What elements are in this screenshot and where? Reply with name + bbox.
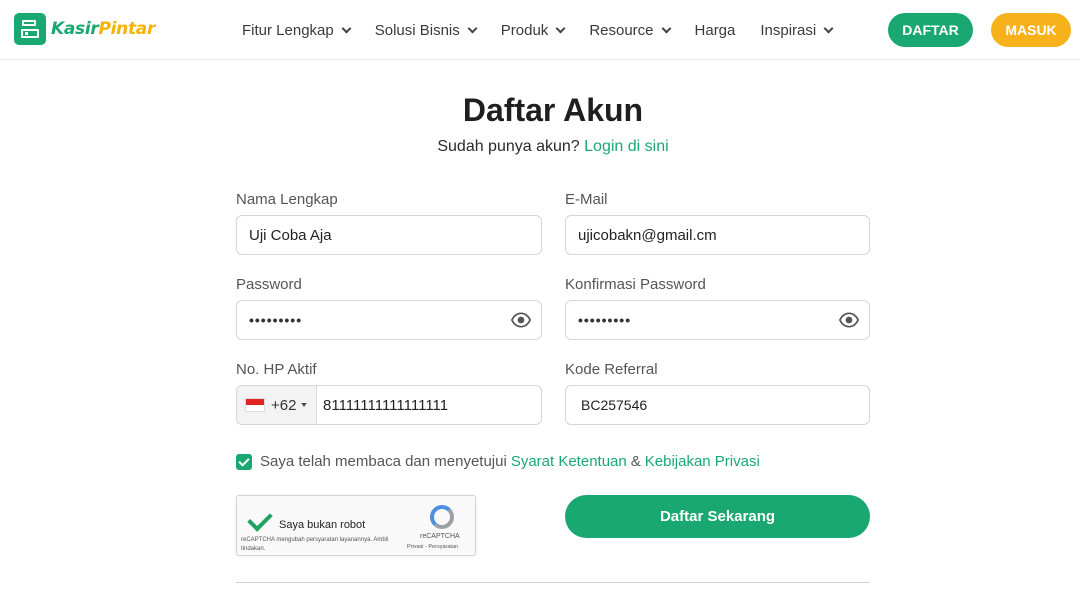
- logo-text: KasirPintar: [51, 19, 156, 39]
- referral-label: Kode Referral: [565, 361, 658, 378]
- login-prompt: Sudah punya akun? Login di sini: [0, 138, 1080, 156]
- agree-amp: &: [630, 453, 641, 470]
- referral-field[interactable]: BC257546: [565, 385, 870, 425]
- confirm-password-label: Konfirmasi Password: [565, 276, 706, 293]
- phone-label: No. HP Aktif: [236, 361, 317, 378]
- recaptcha-terms: reCAPTCHA mengubah persyaratan layananny…: [241, 537, 389, 552]
- cash-register-icon: [14, 13, 46, 45]
- country-code: +62: [271, 396, 297, 414]
- recaptcha-widget[interactable]: Saya bukan robot reCAPTCHA mengubah pers…: [236, 495, 476, 556]
- recaptcha-brand: reCAPTCHA: [420, 533, 460, 540]
- password-value: •••••••••: [249, 312, 303, 328]
- confirm-password-field[interactable]: •••••••••: [565, 300, 870, 340]
- chevron-down-icon: [341, 23, 352, 33]
- password-field[interactable]: •••••••••: [236, 300, 542, 340]
- navbar: KasirPintar Fitur Lengkap Solusi Bisnis …: [0, 0, 1080, 60]
- agree-checkbox[interactable]: [236, 453, 252, 470]
- chevron-down-icon: [555, 23, 566, 33]
- terms-link[interactable]: Syarat Ketentuan: [511, 453, 627, 470]
- login-prompt-text: Sudah punya akun?: [437, 138, 580, 155]
- chevron-down-icon: [661, 23, 671, 33]
- email-label: E-Mail: [565, 191, 608, 208]
- email-field[interactable]: ujicobakn@gmail.cm: [565, 215, 870, 255]
- divider: [236, 582, 870, 583]
- privacy-link[interactable]: Kebijakan Privasi: [645, 453, 760, 470]
- checkmark-icon: [247, 506, 273, 532]
- caret-down-icon: [301, 403, 308, 407]
- phone-value: 81111111111111111: [323, 396, 449, 414]
- recaptcha-links[interactable]: Privasi - Persyaratan: [407, 544, 458, 550]
- menu-label: Harga: [694, 21, 736, 39]
- eye-icon[interactable]: [511, 310, 531, 330]
- country-code-select[interactable]: +62: [237, 386, 317, 424]
- main-menu: Fitur Lengkap Solusi Bisnis Produk Resou…: [242, 0, 857, 60]
- chevron-down-icon: [823, 23, 834, 33]
- menu-item-fitur-lengkap[interactable]: Fitur Lengkap: [242, 21, 352, 39]
- agree-text: Saya telah membaca dan menyetujui: [260, 453, 507, 470]
- menu-item-inspirasi[interactable]: Inspirasi: [760, 21, 834, 39]
- menu-label: Fitur Lengkap: [242, 21, 334, 39]
- phone-field[interactable]: +62 81111111111111111: [236, 385, 542, 425]
- menu-item-resource[interactable]: Resource: [589, 21, 671, 39]
- recaptcha-logo-icon: [430, 505, 454, 529]
- menu-label: Produk: [500, 21, 549, 39]
- confirm-password-value: •••••••••: [578, 312, 632, 328]
- name-label: Nama Lengkap: [236, 191, 338, 208]
- terms-agreement: Saya telah membaca dan menyetujui Syarat…: [236, 453, 760, 470]
- menu-label: Inspirasi: [760, 21, 817, 39]
- name-value: Uji Coba Aja: [249, 226, 332, 244]
- page-title: Daftar Akun: [462, 92, 644, 128]
- email-value: ujicobakn@gmail.cm: [578, 226, 717, 244]
- menu-item-harga[interactable]: Harga: [695, 22, 736, 39]
- menu-item-solusi-bisnis[interactable]: Solusi Bisnis: [374, 21, 478, 39]
- indonesia-flag-icon: [245, 398, 265, 412]
- password-label: Password: [236, 276, 302, 293]
- chevron-down-icon: [467, 23, 478, 33]
- recaptcha-label: Saya bukan robot: [279, 519, 366, 531]
- name-field[interactable]: Uji Coba Aja: [236, 215, 542, 255]
- menu-label: Resource: [589, 21, 654, 39]
- menu-item-produk[interactable]: Produk: [500, 21, 566, 39]
- referral-value: BC257546: [581, 397, 648, 413]
- eye-icon[interactable]: [839, 310, 859, 330]
- kasirpintar-logo[interactable]: KasirPintar: [14, 13, 155, 45]
- daftar-sekarang-button[interactable]: Daftar Sekarang: [565, 495, 870, 538]
- login-link[interactable]: Login di sini: [584, 138, 669, 155]
- menu-label: Solusi Bisnis: [374, 21, 460, 39]
- daftar-button[interactable]: DAFTAR: [888, 13, 973, 47]
- masuk-button[interactable]: MASUK: [991, 13, 1071, 47]
